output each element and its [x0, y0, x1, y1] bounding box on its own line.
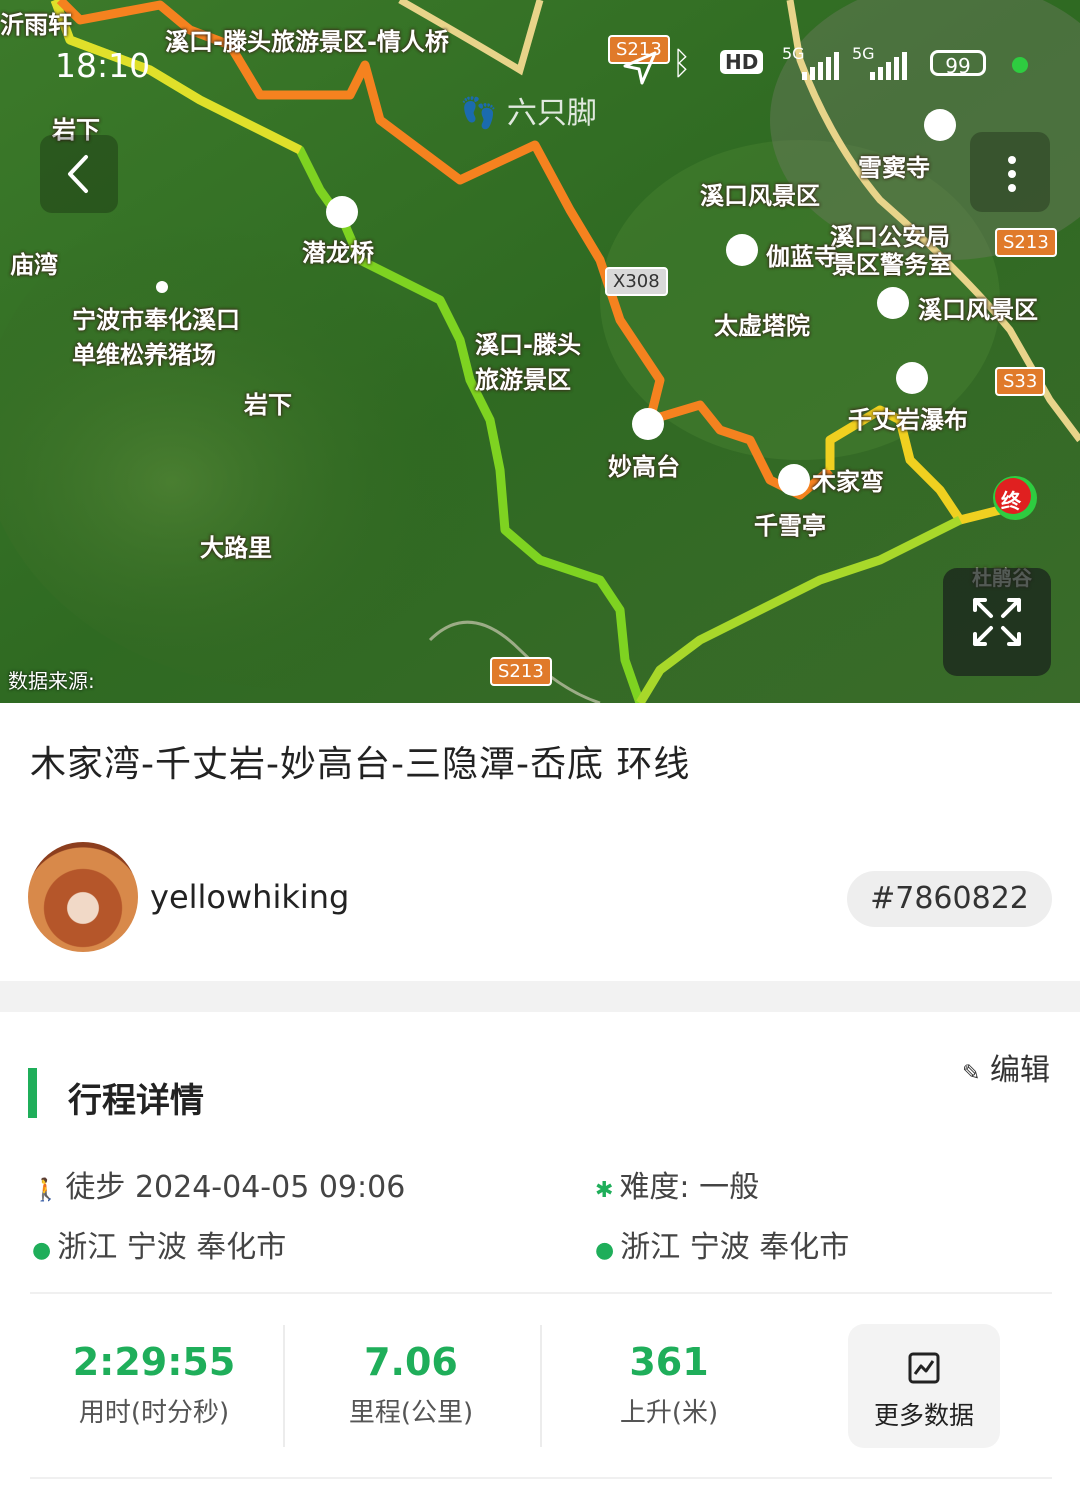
difficulty-icon: ✱: [595, 1178, 614, 1203]
map-label: 宁波市奉化溪口单维松养猪场: [72, 306, 240, 369]
stat-label: 上升(米): [619, 1398, 719, 1428]
map-label: 沂雨轩: [0, 11, 72, 39]
fullscreen-button[interactable]: [943, 568, 1051, 676]
map-label: 妙高台: [608, 453, 680, 481]
difficulty-text: 难度: 一般: [619, 1170, 760, 1205]
difficulty-info: ✱ 难度: 一般: [595, 1162, 759, 1206]
edit-icon: ✎: [962, 1061, 981, 1086]
road-tag: X308: [605, 267, 668, 296]
road-tag: S213: [995, 228, 1057, 257]
edit-button[interactable]: ✎ 编辑: [962, 1045, 1050, 1089]
stat-label: 里程(公里): [348, 1398, 474, 1428]
map-label: 岩下: [244, 391, 292, 419]
stat-duration: 2:29:55 用时(时分秒): [34, 1340, 274, 1429]
end-marker[interactable]: 终: [1001, 485, 1021, 514]
status-time: 18:10: [55, 46, 151, 85]
privacy-dot-icon: [1012, 57, 1028, 73]
map-label: 雪窦寺: [858, 154, 930, 182]
chevron-left-icon: [68, 155, 88, 193]
end-location-text: 浙江 宁波 奉化市: [620, 1230, 850, 1265]
route-id-badge[interactable]: #7860822: [847, 871, 1052, 927]
end-pin-icon: ●: [595, 1238, 615, 1263]
map-label: 景区警务室: [832, 251, 952, 279]
map-label: 木家弯: [812, 468, 884, 496]
more-data-button[interactable]: 更多数据: [848, 1324, 1000, 1448]
section-divider: [0, 981, 1080, 1012]
start-location: ● 浙江 宁波 奉化市: [32, 1222, 286, 1266]
map-label: 太虚塔院: [714, 312, 810, 340]
divider: [30, 1477, 1052, 1479]
divider: [30, 1292, 1052, 1294]
activity-info: 🚶 徒步 2024-04-05 09:06: [32, 1162, 405, 1206]
map-label: 千丈岩瀑布: [848, 406, 968, 434]
map-label: 溪口-滕头旅游景区: [475, 331, 581, 394]
end-location: ● 浙江 宁波 奉化市: [595, 1222, 849, 1266]
status-bar: 18:10 ᛒ HD 5G 5G 99: [0, 40, 1080, 90]
map-label: 伽蓝寺: [766, 243, 838, 271]
map-label: 千雪亭: [754, 512, 826, 540]
section-accent-bar: [28, 1068, 37, 1118]
route-title: 木家湾-千丈岩-妙高台-三隐潭-岙底 环线: [30, 744, 691, 785]
more-options-button[interactable]: [970, 132, 1050, 212]
location-icon: [623, 51, 657, 85]
activity-text: 徒步 2024-04-05 09:06: [65, 1170, 406, 1205]
stat-value: 2:29:55: [72, 1340, 236, 1384]
more-vertical-icon: [1008, 156, 1016, 192]
signal-icon: [870, 52, 907, 80]
hd-badge: HD: [720, 50, 764, 74]
section-title: 行程详情: [68, 1081, 204, 1121]
stat-value: 361: [629, 1340, 709, 1384]
map-label: 溪口风景区: [700, 182, 820, 210]
more-data-label: 更多数据: [873, 1401, 974, 1430]
road-tag: S33: [995, 367, 1046, 396]
stat-label: 用时(时分秒): [78, 1398, 230, 1428]
start-location-text: 浙江 宁波 奉化市: [57, 1230, 287, 1265]
map-label: 溪口风景区: [918, 296, 1038, 324]
author-name[interactable]: yellowhiking: [150, 878, 349, 916]
signal-icon: [802, 52, 839, 80]
stat-divider: [283, 1325, 285, 1447]
stat-value: 7.06: [364, 1340, 458, 1384]
footprint-icon: 👣: [460, 96, 498, 131]
chart-icon: [908, 1352, 940, 1384]
map-label: 潜龙桥: [302, 239, 374, 267]
battery-icon: 99: [930, 50, 986, 78]
bluetooth-icon: ᛒ: [672, 44, 692, 82]
start-pin-icon: ●: [32, 1238, 52, 1263]
road-tag: S213: [490, 657, 552, 686]
map-label: 庙湾: [10, 251, 58, 279]
stat-distance: 7.06 里程(公里): [291, 1340, 531, 1429]
stat-ascent: 361 上升(米): [549, 1340, 789, 1429]
hiking-icon: 🚶: [32, 1178, 60, 1203]
route-map[interactable]: 溪口-滕头旅游景区-情人桥 岩下 庙湾 潜龙桥 宁波市奉化溪口单维松养猪场 岩下…: [0, 0, 1080, 703]
brand-watermark: 👣 六只脚: [460, 88, 597, 132]
back-button[interactable]: [40, 135, 118, 213]
data-source: 数据来源:: [8, 669, 95, 693]
brand-name: 六只脚: [506, 96, 597, 131]
map-label: 大路里: [200, 534, 272, 562]
avatar[interactable]: [28, 842, 138, 952]
stat-divider: [540, 1325, 542, 1447]
edit-label: 编辑: [989, 1053, 1050, 1088]
expand-icon: [973, 598, 1021, 646]
